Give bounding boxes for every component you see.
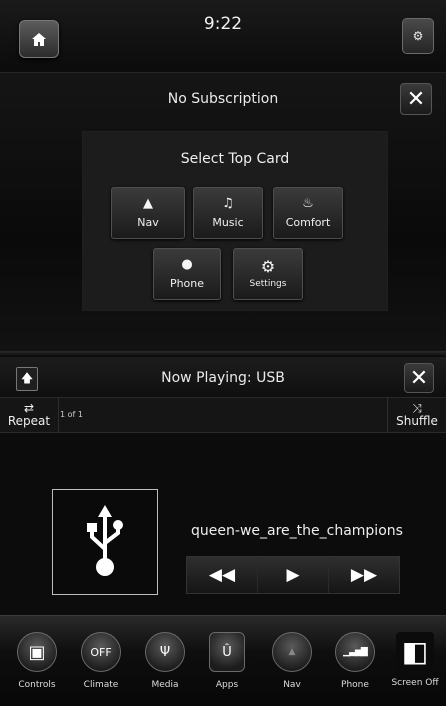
play-button[interactable]: ▶ <box>258 557 329 593</box>
track-count: 1 of 1 <box>60 410 83 419</box>
uconnect-screen: 9:22 ⚙ No Subscription ✕ Select Top Card… <box>0 0 446 706</box>
close-icon: ✕ <box>409 365 429 391</box>
gear-icon: ⚙ <box>412 29 424 43</box>
dock-controls-label: Controls <box>18 680 56 690</box>
climate-off-icon: OFF <box>81 632 121 672</box>
playback-mode-bar: ⇄ Repeat 1 of 1 ⤨ Shuffle <box>0 397 446 433</box>
navigation-arrow-icon: ▲ <box>143 196 153 211</box>
fast-forward-icon: ▶▶ <box>350 565 378 585</box>
card-music-button[interactable]: ♫ Music <box>193 187 263 239</box>
now-playing-title: Now Playing: USB <box>161 370 285 386</box>
usb-icon: Ψ <box>145 632 185 672</box>
phone-signal-icon: ▁▃▅▇ <box>335 632 375 672</box>
rewind-button[interactable]: ◀◀ <box>187 557 258 593</box>
dock-apps-button[interactable]: Û Apps <box>198 632 256 690</box>
card-settings-button[interactable]: ⚙ Settings <box>233 248 303 300</box>
dock-apps-label: Apps <box>215 680 239 690</box>
dock-media-label: Media <box>151 680 179 690</box>
dock-phone-button[interactable]: ▁▃▅▇ Phone <box>326 632 384 690</box>
dock-nav-button[interactable]: ▲ Nav <box>263 632 321 690</box>
screen-off-icon: ◧ <box>396 632 434 670</box>
select-top-card-box: Select Top Card ▲ Nav ♫ Music ♨ Comfort … <box>82 131 388 311</box>
dock-phone-label: Phone <box>341 680 369 690</box>
play-icon: ▶ <box>286 565 300 585</box>
settings-button[interactable]: ⚙ <box>402 18 434 54</box>
dock-climate-label: Climate <box>83 680 119 690</box>
album-art <box>52 489 158 595</box>
card-nav-button[interactable]: ▲ Nav <box>111 187 185 239</box>
card-settings-label: Settings <box>249 278 287 289</box>
apps-icon: Û <box>209 632 245 672</box>
dock-screen-off-label: Screen Off <box>391 678 439 688</box>
transport-controls: ◀◀ ▶ ▶▶ <box>186 556 400 594</box>
navigation-icon: ▲ <box>272 632 312 672</box>
close-top-card-button[interactable]: ✕ <box>400 83 432 115</box>
now-playing-header: 🡅 Now Playing: USB ✕ <box>0 357 446 397</box>
card-nav-label: Nav <box>137 216 159 229</box>
card-phone-button[interactable]: ● Phone <box>153 248 221 300</box>
clock: 9:22 <box>203 14 243 34</box>
card-music-label: Music <box>212 216 244 229</box>
controls-icon: ▣ <box>17 632 57 672</box>
repeat-button[interactable]: ⇄ Repeat <box>0 398 59 432</box>
fast-forward-button[interactable]: ▶▶ <box>329 557 399 593</box>
gear-icon: ⚙ <box>260 256 276 276</box>
person-icon: ● <box>181 257 193 272</box>
comfort-seat-icon: ♨ <box>302 196 314 211</box>
dock-controls-button[interactable]: ▣ Controls <box>8 632 66 690</box>
bottom-dock: ▣ Controls OFF Climate Ψ Media Û Apps ▲ … <box>0 615 446 706</box>
rewind-icon: ◀◀ <box>208 565 236 585</box>
close-icon: ✕ <box>406 86 426 112</box>
dock-climate-button[interactable]: OFF Climate <box>72 632 130 690</box>
card-phone-label: Phone <box>169 277 205 290</box>
card-comfort-label: Comfort <box>285 216 331 229</box>
repeat-icon: ⇄ <box>23 401 35 415</box>
shuffle-label: Shuffle <box>396 414 438 428</box>
dock-nav-label: Nav <box>283 680 301 690</box>
close-now-playing-button[interactable]: ✕ <box>404 363 434 393</box>
now-playing-panel: 🡅 Now Playing: USB ✕ ⇄ Repeat 1 of 1 ⤨ S… <box>0 357 446 615</box>
dock-screen-off-button[interactable]: ◧ Screen Off <box>386 632 444 688</box>
usb-icon <box>87 505 123 576</box>
repeat-label: Repeat <box>7 414 51 428</box>
select-top-card-title: Select Top Card <box>180 151 290 167</box>
shuffle-icon: ⤨ <box>412 401 422 415</box>
card-comfort-button[interactable]: ♨ Comfort <box>273 187 343 239</box>
panel-title: No Subscription <box>167 91 279 107</box>
dock-media-button[interactable]: Ψ Media <box>136 632 194 690</box>
status-bar: 9:22 ⚙ <box>0 0 446 73</box>
music-note-icon: ♫ <box>222 196 234 211</box>
song-title: queen-we_are_the_champions <box>191 523 403 539</box>
top-card-panel: No Subscription ✕ Select Top Card ▲ Nav … <box>0 73 446 351</box>
shuffle-button[interactable]: ⤨ Shuffle <box>387 398 446 432</box>
